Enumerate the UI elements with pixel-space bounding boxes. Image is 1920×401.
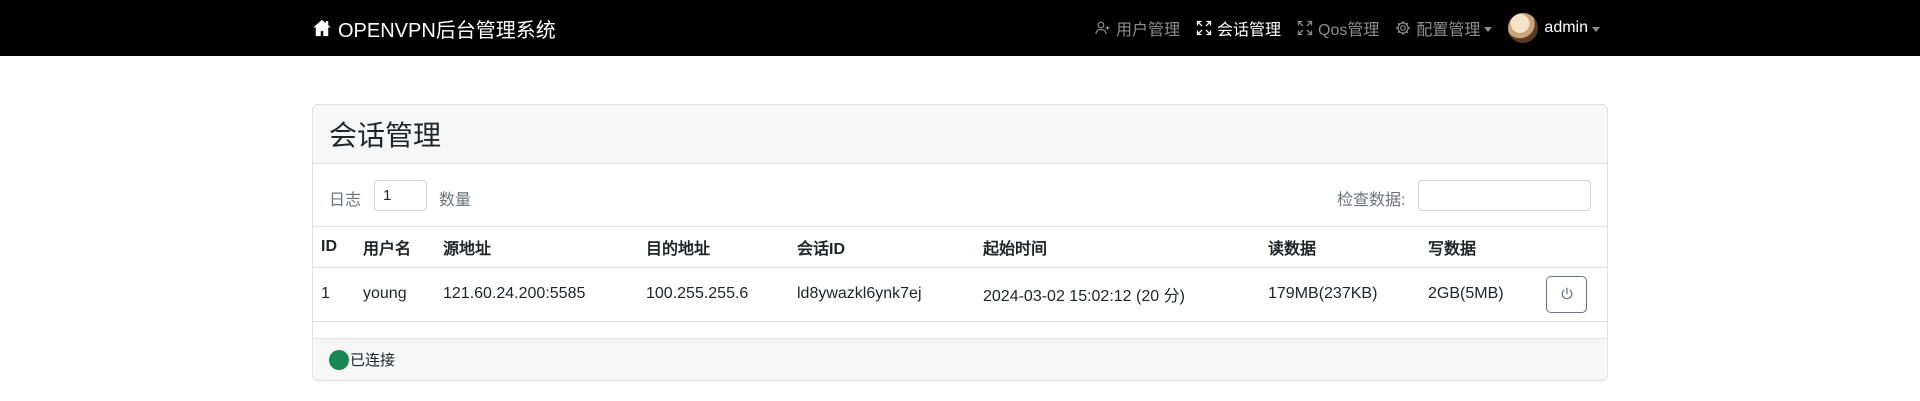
main-nav: 用户管理 会话管理 Qos管理 配置管理 admin	[1087, 0, 1608, 56]
cell-actions	[1538, 267, 1607, 322]
top-navbar: OPENVPN后台管理系统 用户管理 会话管理 Qos管理 配置管理 admin	[0, 0, 1920, 56]
col-header-session-id[interactable]: 会话ID	[789, 227, 975, 268]
table-row: 1 young 121.60.24.200:5585 100.255.255.6…	[313, 267, 1607, 322]
connection-status: 已连接	[350, 352, 396, 369]
search-input[interactable]	[1418, 180, 1591, 211]
table-toolbar: 日志 数量 检查数据:	[313, 164, 1607, 227]
nav-item-sessions[interactable]: 会话管理	[1188, 0, 1289, 56]
cell-start-time: 2024-03-02 15:02:12 (20 分)	[975, 267, 1260, 322]
status-dot-icon	[329, 349, 349, 370]
caret-down-icon	[1484, 26, 1493, 32]
cell-source: 121.60.24.200:5585	[435, 267, 638, 322]
nav-item-users[interactable]: 用户管理	[1087, 0, 1188, 56]
search-label: 检查数据:	[1337, 192, 1406, 209]
card-footer: 已连接	[313, 338, 1607, 380]
session-card: 会话管理 日志 数量 检查数据: ID 用户名 源地址 目的地址 会话ID 起始…	[312, 104, 1608, 381]
home-icon	[313, 19, 331, 37]
cell-write: 2GB(5MB)	[1420, 267, 1538, 322]
brand-link[interactable]: OPENVPN后台管理系统	[312, 14, 556, 42]
user-menu[interactable]: admin	[1500, 0, 1608, 56]
nav-item-config[interactable]: 配置管理	[1387, 0, 1500, 56]
nav-label: 配置管理	[1416, 22, 1481, 39]
cell-destination: 100.255.255.6	[638, 267, 789, 322]
col-header-id[interactable]: ID	[313, 227, 355, 268]
nav-label: Qos管理	[1318, 22, 1380, 39]
power-icon	[1561, 287, 1572, 300]
col-header-start-time[interactable]: 起始时间	[975, 227, 1260, 268]
nav-label: 会话管理	[1217, 22, 1282, 39]
col-header-write[interactable]: 写数据	[1420, 227, 1538, 268]
cell-id: 1	[313, 267, 355, 322]
col-header-username[interactable]: 用户名	[355, 227, 435, 268]
cell-read: 179MB(237KB)	[1260, 267, 1420, 322]
col-header-read[interactable]: 读数据	[1260, 227, 1420, 268]
gear-icon	[1396, 21, 1411, 35]
count-label: 数量	[439, 192, 472, 209]
page-size-input[interactable]	[374, 180, 427, 211]
cell-username: young	[355, 267, 435, 322]
sessions-table: ID 用户名 源地址 目的地址 会话ID 起始时间 读数据 写数据 1 youn…	[313, 227, 1607, 322]
nav-item-qos[interactable]: Qos管理	[1289, 0, 1387, 56]
avatar	[1508, 13, 1539, 43]
nav-label: 用户管理	[1116, 22, 1181, 39]
col-header-actions	[1538, 227, 1607, 268]
username: admin	[1544, 19, 1588, 36]
disconnect-button[interactable]	[1546, 275, 1587, 313]
log-label: 日志	[329, 192, 362, 209]
fullscreen-icon	[1297, 20, 1313, 36]
col-header-source[interactable]: 源地址	[435, 227, 638, 268]
cell-session-id: ld8ywazkl6ynk7ej	[789, 267, 975, 322]
card-header: 会话管理	[313, 105, 1607, 164]
col-header-destination[interactable]: 目的地址	[638, 227, 789, 268]
table-header-row: ID 用户名 源地址 目的地址 会话ID 起始时间 读数据 写数据	[313, 227, 1607, 268]
fullscreen-icon	[1196, 20, 1212, 36]
page-title: 会话管理	[329, 120, 442, 151]
brand-title: OPENVPN后台管理系统	[338, 19, 556, 42]
caret-down-icon	[1592, 26, 1600, 32]
user-plus-icon	[1095, 21, 1110, 35]
